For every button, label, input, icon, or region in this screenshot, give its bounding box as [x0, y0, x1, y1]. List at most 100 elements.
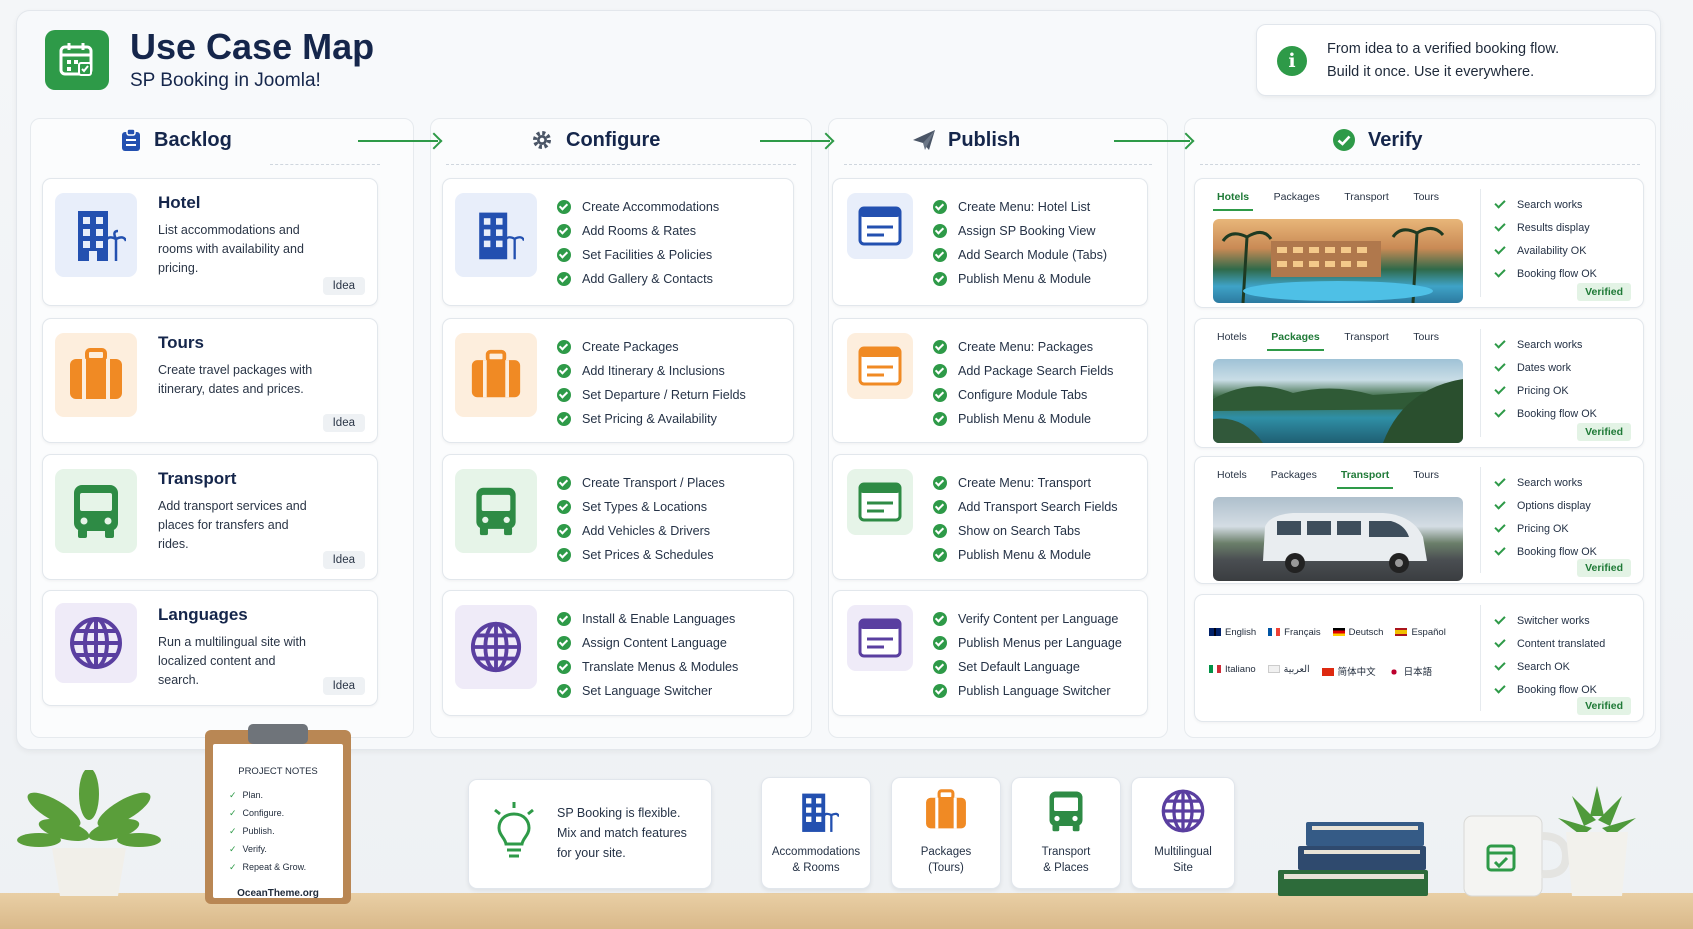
publish-checklist: Create Menu: Hotel List Assign SP Bookin…	[933, 195, 1107, 291]
configure-card-tours[interactable]: Create Packages Add Itinerary & Inclusio…	[442, 318, 794, 443]
header-divider	[1200, 164, 1640, 165]
check-icon	[933, 660, 947, 674]
checklist-item: Publish Language Switcher	[958, 684, 1111, 698]
language-option[interactable]: Français	[1268, 627, 1321, 638]
publish-card-tours[interactable]: Create Menu: Packages Add Package Search…	[832, 318, 1148, 443]
tip-card: SP Booking is flexible. Mix and match fe…	[468, 779, 712, 889]
verify-item: Search works	[1517, 198, 1583, 211]
language-option[interactable]: 日本語	[1387, 664, 1432, 678]
verify-card-transport[interactable]: Hotels Packages Transport Tours Search w…	[1194, 456, 1644, 584]
backlog-card-desc: Create travel packages with itinerary, d…	[158, 363, 313, 396]
checklist-item: Create Accommodations	[582, 200, 720, 214]
verify-item: Search works	[1517, 338, 1583, 351]
bus-icon	[1012, 788, 1120, 834]
language-option[interactable]: 简体中文	[1321, 664, 1376, 678]
suitcase-icon	[55, 333, 137, 417]
tab-transport[interactable]: Transport	[1340, 327, 1393, 351]
checklist-item: Add Vehicles & Drivers	[582, 524, 711, 538]
configure-checklist: Create Accommodations Add Rooms & Rates …	[557, 195, 719, 291]
publish-card-hotel[interactable]: Create Menu: Hotel List Assign SP Bookin…	[832, 178, 1148, 306]
check-icon	[933, 412, 947, 426]
notes-item: Configure.	[242, 808, 285, 818]
check-icon	[557, 636, 571, 650]
flow-arrow-icon	[760, 140, 830, 142]
publish-card-transport[interactable]: Create Menu: Transport Add Transport Sea…	[832, 454, 1148, 580]
check-icon: ✓	[229, 789, 237, 800]
feature-packages[interactable]: Packages (Tours)	[891, 777, 1001, 889]
tab-packages[interactable]: Packages	[1270, 187, 1324, 211]
language-option[interactable]: Español	[1395, 627, 1446, 638]
verify-item: Booking flow OK	[1517, 683, 1597, 696]
checklist-item: Add Itinerary & Inclusions	[582, 364, 725, 378]
header-divider	[270, 164, 380, 165]
backlog-card-languages[interactable]: Languages Run a multilingual site with l…	[42, 590, 378, 706]
check-icon	[557, 684, 571, 698]
feature-transport[interactable]: Transport & Places	[1011, 777, 1121, 889]
check-icon	[1494, 360, 1506, 372]
checklist-item: Publish Menus per Language	[958, 636, 1122, 650]
verify-card-languages[interactable]: English Français Deutsch Español Italian…	[1194, 594, 1644, 722]
check-icon	[1494, 498, 1506, 510]
check-icon	[557, 272, 571, 286]
notes-title: PROJECT NOTES	[238, 766, 318, 777]
configure-card-transport[interactable]: Create Transport / Places Set Types & Lo…	[442, 454, 794, 580]
tab-tours[interactable]: Tours	[1409, 327, 1443, 351]
tab-tours[interactable]: Tours	[1409, 465, 1443, 489]
backlog-card-transport[interactable]: Transport Add transport services and pla…	[42, 454, 378, 580]
check-icon	[1494, 383, 1506, 395]
tab-hotels[interactable]: Hotels	[1213, 187, 1254, 211]
tab-packages[interactable]: Packages	[1267, 327, 1324, 351]
calendar-logo-icon	[45, 30, 109, 90]
tab-transport[interactable]: Transport	[1336, 465, 1394, 489]
verify-item: Availability OK	[1517, 244, 1587, 257]
tab-hotels[interactable]: Hotels	[1213, 327, 1251, 351]
verify-card-packages[interactable]: Hotels Packages Transport Tours Search w…	[1194, 318, 1644, 448]
tab-hotels[interactable]: Hotels	[1213, 465, 1251, 489]
check-icon: ✓	[229, 843, 237, 854]
check-icon	[1494, 636, 1506, 648]
publish-card-languages[interactable]: Verify Content per Language Publish Menu…	[832, 590, 1148, 716]
publish-checklist: Create Menu: Packages Add Package Search…	[933, 335, 1113, 431]
verify-card-hotels[interactable]: Hotels Packages Transport Tours Search w…	[1194, 178, 1644, 308]
verify-checklist: Search works Results display Availabilit…	[1494, 193, 1597, 285]
check-icon	[1494, 659, 1506, 671]
configure-card-languages[interactable]: Install & Enable Languages Assign Conten…	[442, 590, 794, 716]
check-icon	[1494, 475, 1506, 487]
uk-flag-icon	[1209, 628, 1221, 637]
checklist-item: Set Prices & Schedules	[582, 548, 714, 562]
tab-transport[interactable]: Transport	[1340, 187, 1393, 211]
verify-item: Dates work	[1517, 361, 1572, 374]
feature-multilingual[interactable]: Multilingual Site	[1131, 777, 1235, 889]
verify-header: Verify	[1332, 118, 1422, 162]
check-icon	[933, 612, 947, 626]
checklist-item: Set Pricing & Availability	[582, 412, 717, 426]
header-divider	[446, 164, 796, 165]
verify-item: Search works	[1517, 476, 1583, 489]
tab-tours[interactable]: Tours	[1409, 187, 1443, 211]
succulent-plant-icon	[1552, 776, 1642, 898]
check-icon	[933, 524, 947, 538]
verify-checklist: Switcher works Content translated Search…	[1494, 609, 1605, 701]
language-option[interactable]: Deutsch	[1332, 627, 1383, 638]
check-icon	[1494, 521, 1506, 533]
tab-packages[interactable]: Packages	[1267, 465, 1321, 489]
language-option[interactable]: العربية	[1267, 664, 1310, 678]
browser-window-icon	[847, 469, 913, 535]
check-icon: ✓	[229, 825, 237, 836]
feature-accommodations[interactable]: Accommodations & Rooms	[761, 777, 871, 889]
verify-item: Booking flow OK	[1517, 545, 1597, 558]
notes-paper: PROJECT NOTES ✓ Plan. ✓ Configure. ✓ Publis…	[213, 744, 343, 899]
backlog-card-tours[interactable]: Tours Create travel packages with itiner…	[42, 318, 378, 443]
verify-header-label: Verify	[1368, 128, 1423, 151]
language-option[interactable]: English	[1209, 627, 1256, 638]
language-option[interactable]: Italiano	[1209, 664, 1256, 678]
backlog-card-hotel[interactable]: Hotel List accommodations and rooms with…	[42, 178, 378, 306]
check-icon	[933, 364, 947, 378]
check-icon	[933, 500, 947, 514]
backlog-card-title: Tours	[158, 333, 204, 352]
check-icon	[1494, 197, 1506, 209]
configure-card-hotel[interactable]: Create Accommodations Add Rooms & Rates …	[442, 178, 794, 306]
check-icon	[557, 364, 571, 378]
checklist-item: Add Search Module (Tabs)	[958, 248, 1108, 262]
info-callout: i From idea to a verified booking flow. …	[1256, 24, 1656, 96]
